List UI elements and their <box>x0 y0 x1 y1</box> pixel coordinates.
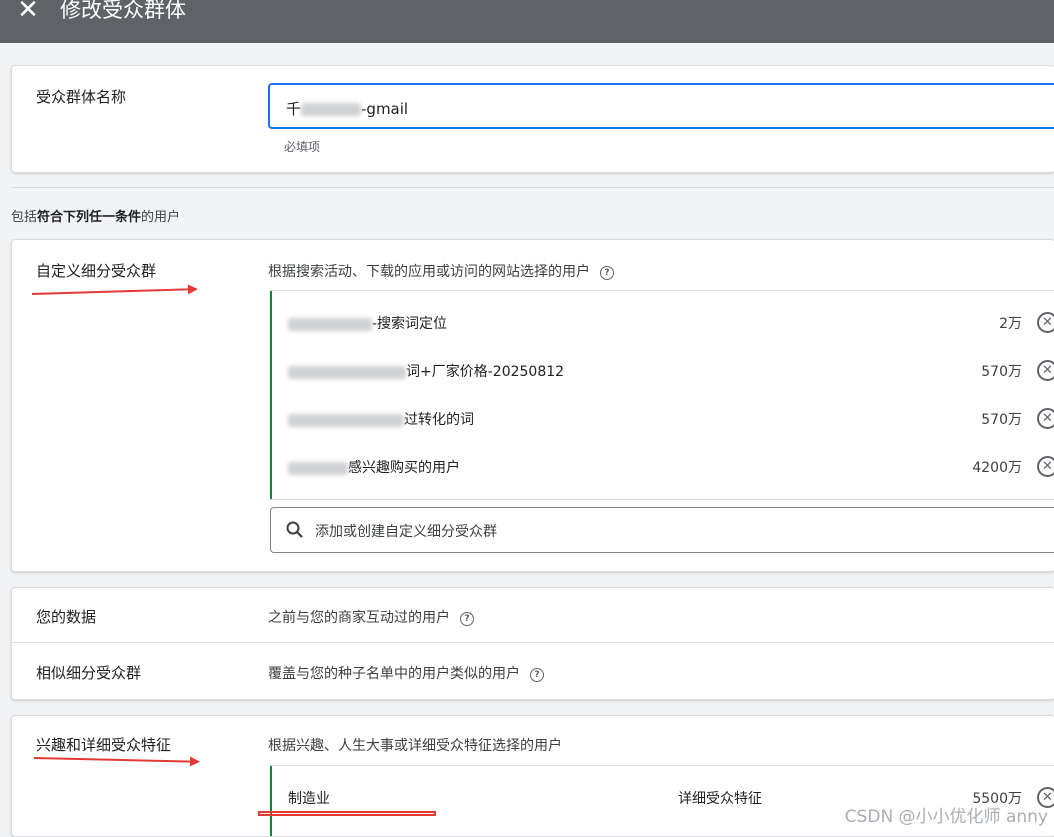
audience-name-input[interactable]: 千 -gmail <box>268 83 1054 129</box>
audience-name-card: 受众群体名称 千 -gmail 必填项 <box>11 65 1054 173</box>
interests-label: 兴趣和详细受众特征 <box>36 736 172 754</box>
segment-name: 感兴趣购买的用户 <box>348 460 460 476</box>
segment-size: 4200万 <box>972 460 1022 476</box>
similar-segments-label[interactable]: 相似细分受众群 <box>36 662 141 683</box>
annotation-underline <box>258 811 436 816</box>
segment-size: 2万 <box>999 316 1022 332</box>
remove-icon[interactable]: ✕ <box>1037 456 1054 477</box>
help-icon[interactable]: ? <box>530 668 544 682</box>
help-icon[interactable]: ? <box>460 612 474 626</box>
similar-segments-description: 覆盖与您的种子名单中的用户类似的用户? <box>268 663 544 683</box>
interest-type: 详细受众特征 <box>678 791 762 807</box>
required-helper: 必填项 <box>284 140 321 154</box>
list-item: -搜索词定位 2万 ✕ <box>288 299 1054 347</box>
segment-size: 570万 <box>981 364 1022 380</box>
custom-segments-label: 自定义细分受众群 <box>36 262 157 280</box>
remove-icon[interactable]: ✕ <box>1037 360 1054 381</box>
segment-name: -搜索词定位 <box>372 316 448 332</box>
row-divider <box>12 642 1054 643</box>
search-placeholder: 添加或创建自定义细分受众群 <box>315 524 497 540</box>
audience-name-value: 千 -gmail <box>286 100 409 118</box>
segment-name: 词+厂家价格-20250812 <box>406 364 565 380</box>
your-data-description: 之前与您的商家互动过的用户? <box>268 607 474 627</box>
interests-description: 根据兴趣、人生大事或详细受众特征选择的用户 <box>268 738 562 754</box>
your-data-label[interactable]: 您的数据 <box>36 606 96 627</box>
included-indicator <box>270 291 272 499</box>
segment-name: 过转化的词 <box>404 412 474 428</box>
list-item: 过转化的词 570万 ✕ <box>288 395 1054 443</box>
audience-name-label: 受众群体名称 <box>36 88 127 106</box>
criteria-text: 包括符合下列任一条件的用户 <box>11 210 181 225</box>
close-icon[interactable]: ✕ <box>14 0 42 24</box>
watermark: CSDN @小小优化师 anny <box>844 807 1048 827</box>
remove-icon[interactable]: ✕ <box>1037 408 1054 429</box>
search-icon <box>286 521 303 538</box>
remove-icon[interactable]: ✕ <box>1037 312 1054 333</box>
dialog-header: ✕ 修改受众群体 <box>0 0 1054 43</box>
list-item: 词+厂家价格-20250812 570万 ✕ <box>288 347 1054 395</box>
section-divider <box>11 187 1054 188</box>
included-indicator <box>270 766 272 836</box>
custom-segment-search-input[interactable]: 添加或创建自定义细分受众群 <box>270 507 1054 553</box>
segment-size: 570万 <box>981 412 1022 428</box>
custom-segments-description: 根据搜索活动、下载的应用或访问的网站选择的用户? <box>268 261 614 281</box>
list-item: 感兴趣购买的用户 4200万 ✕ <box>288 443 1054 491</box>
data-segments-card: 您的数据 之前与您的商家互动过的用户? 相似细分受众群 覆盖与您的种子名单中的用… <box>11 587 1054 700</box>
help-icon[interactable]: ? <box>600 266 614 280</box>
dialog-title: 修改受众群体 <box>60 0 186 22</box>
custom-segments-list: -搜索词定位 2万 ✕ 词+厂家价格-20250812 570万 ✕ 过转化的词… <box>270 290 1054 500</box>
interest-name: 制造业 <box>288 791 330 807</box>
